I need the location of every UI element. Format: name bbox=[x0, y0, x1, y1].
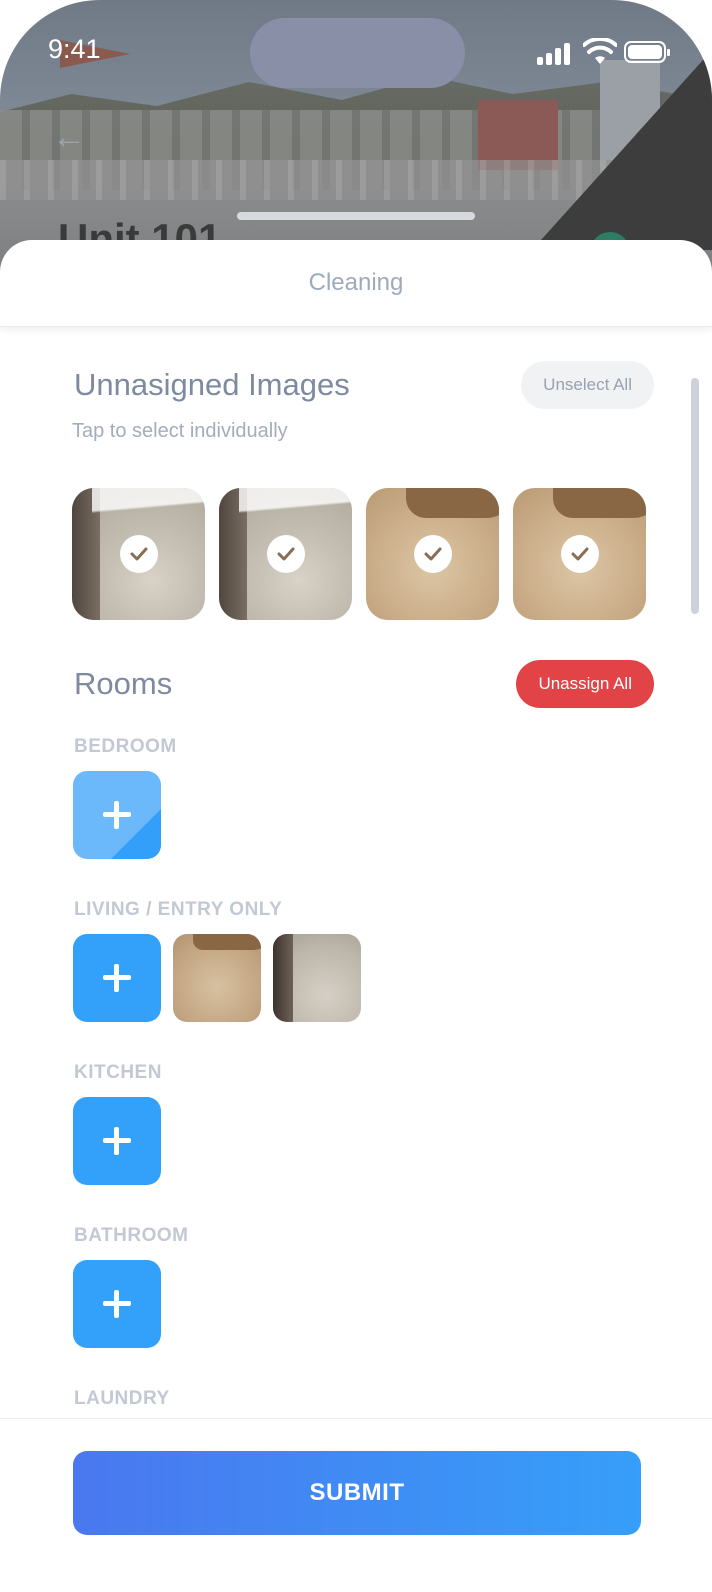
back-arrow-icon[interactable]: ← bbox=[52, 118, 86, 157]
submit-button[interactable]: SUBMIT bbox=[73, 1451, 641, 1535]
scrollbar[interactable] bbox=[691, 378, 699, 614]
footer-bar: SUBMIT bbox=[0, 1418, 712, 1592]
rooms-header: Rooms Unassign All bbox=[74, 660, 654, 708]
bottom-sheet: Cleaning Unnasigned Images Unselect All … bbox=[0, 240, 712, 1592]
add-image-button[interactable] bbox=[73, 771, 161, 859]
sheet-title: Cleaning bbox=[308, 269, 404, 296]
image-thumbnail[interactable] bbox=[366, 488, 499, 620]
room-label-bathroom: BATHROOM bbox=[74, 1225, 189, 1246]
unselect-all-button[interactable]: Unselect All bbox=[521, 361, 654, 409]
sheet-grabber[interactable] bbox=[237, 212, 475, 220]
room-row-kitchen bbox=[73, 1097, 161, 1185]
room-label-living: LIVING / ENTRY ONLY bbox=[74, 899, 283, 920]
room-row-bathroom bbox=[73, 1260, 161, 1348]
room-row-bedroom bbox=[73, 771, 161, 859]
image-thumbnail[interactable] bbox=[513, 488, 646, 620]
unassigned-image-grid bbox=[72, 488, 646, 620]
rooms-title: Rooms bbox=[74, 666, 173, 701]
phone-screen: ← Unit 101 9:41 Cleaning Unnasigned Imag… bbox=[0, 0, 712, 1592]
unassigned-subtitle: Tap to select individually bbox=[72, 420, 288, 442]
room-label-laundry: LAUNDRY bbox=[74, 1388, 170, 1409]
add-image-button[interactable] bbox=[73, 1097, 161, 1185]
unassigned-title: Unnasigned Images bbox=[74, 367, 350, 402]
assigned-image-thumbnail[interactable] bbox=[173, 934, 261, 1022]
room-row-living bbox=[73, 934, 361, 1022]
add-image-button[interactable] bbox=[73, 1260, 161, 1348]
sheet-header: Cleaning bbox=[0, 240, 712, 327]
dynamic-island bbox=[250, 18, 465, 88]
image-thumbnail[interactable] bbox=[72, 488, 205, 620]
room-label-kitchen: KITCHEN bbox=[74, 1062, 162, 1083]
status-time: 9:41 bbox=[48, 34, 101, 64]
wifi-icon bbox=[583, 38, 617, 64]
check-icon bbox=[413, 535, 452, 573]
room-label-bedroom: BEDROOM bbox=[74, 736, 177, 757]
check-icon bbox=[119, 535, 158, 573]
add-image-button[interactable] bbox=[73, 934, 161, 1022]
image-thumbnail[interactable] bbox=[219, 488, 352, 620]
assigned-image-thumbnail[interactable] bbox=[273, 934, 361, 1022]
check-icon bbox=[560, 535, 599, 573]
unassign-all-button[interactable]: Unassign All bbox=[516, 660, 654, 708]
unassigned-header: Unnasigned Images Unselect All bbox=[74, 361, 654, 409]
signal-icon bbox=[537, 43, 571, 65]
battery-icon bbox=[624, 41, 670, 63]
check-icon bbox=[266, 535, 305, 573]
